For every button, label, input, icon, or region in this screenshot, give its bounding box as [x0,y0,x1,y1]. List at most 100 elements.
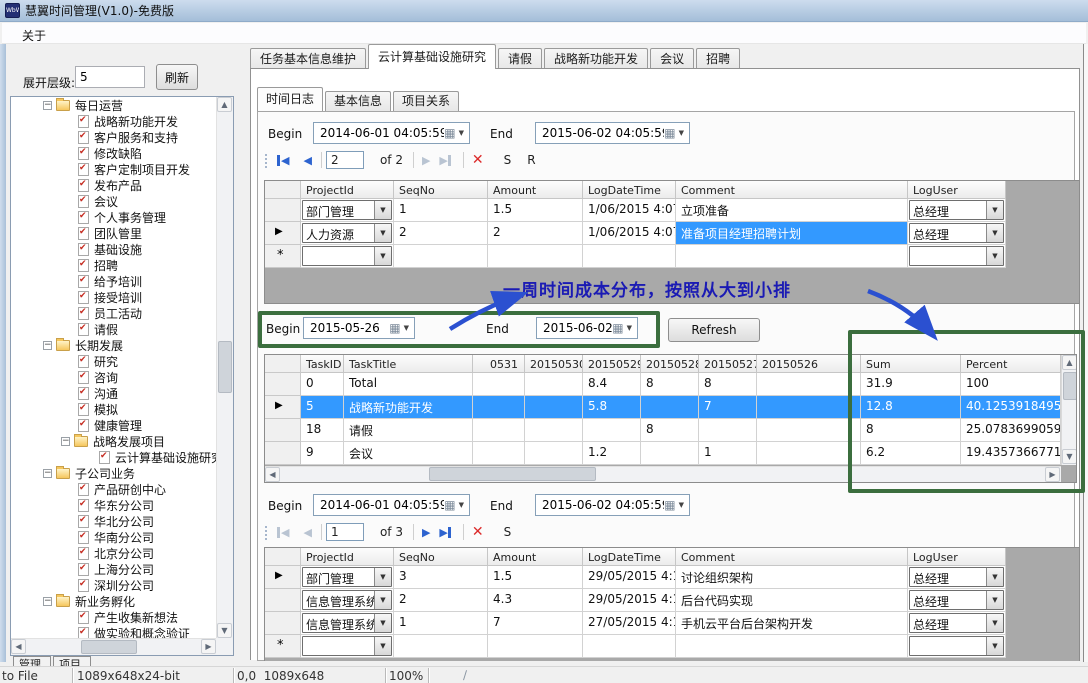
scrollbar-thumb[interactable] [429,467,596,481]
column-header[interactable]: Comment [676,548,908,566]
comment-cell[interactable]: 讨论组织架构 [676,566,908,589]
begin-datetime-picker-top[interactable]: 2014-06-01 04:05:59 ▦ ▼ [313,122,470,144]
project-cell[interactable]: 信息管理系统▼ [301,589,394,612]
grid-cell[interactable] [473,396,525,419]
grid-cell[interactable] [583,419,641,442]
loguser-cell[interactable]: 总经理▼ [908,566,1006,589]
row-header[interactable] [265,181,301,199]
grid-cell[interactable] [525,442,583,465]
grid-cell[interactable] [757,419,861,442]
combo-box[interactable]: ▼ [909,246,1004,266]
loguser-cell[interactable]: 总经理▼ [908,589,1006,612]
grid-cell[interactable]: 2 [488,222,583,245]
title-bar[interactable]: WbW 慧翼时间管理(V1.0)-免费版 [0,0,1088,22]
project-cell[interactable]: 信息管理系统▼ [301,612,394,635]
grid-cell[interactable]: 8.4 [583,373,641,396]
combo-box[interactable]: ▼ [302,246,392,266]
grid-cell[interactable] [488,245,583,268]
grid-cell[interactable]: 1 [394,199,488,222]
column-header[interactable]: Amount [488,548,583,566]
chevron-down-icon[interactable]: ▼ [679,129,684,137]
tree-item[interactable]: 招聘 [11,257,216,273]
grid-cell[interactable]: 战略新功能开发 [344,396,473,419]
grid-cell[interactable]: 3 [394,566,488,589]
column-header[interactable]: Comment [676,181,908,199]
sub-tab[interactable]: 基本信息 [325,91,391,111]
sub-tab[interactable]: 时间日志 [257,87,323,111]
row-header[interactable]: ▶ [265,222,301,245]
dropdown-icon[interactable]: ▼ [986,201,1003,219]
combo-box[interactable]: 部门管理▼ [302,567,392,587]
menu-item-about[interactable]: 关于 [16,25,52,46]
move-last-icon[interactable]: ▶ [439,527,450,538]
scroll-left-icon[interactable]: ◀ [265,467,280,482]
grid-cell[interactable] [676,635,908,658]
tree-item[interactable]: 咨询 [11,369,216,385]
position-textbox[interactable]: 1 [326,523,364,541]
tree-item[interactable]: 北京分公司 [11,545,216,561]
scroll-left-icon[interactable]: ◀ [11,639,26,654]
grid-cell[interactable]: 请假 [344,419,473,442]
tree-collapse-icon[interactable]: − [43,597,52,606]
main-tab[interactable]: 会议 [650,48,694,69]
row-header[interactable] [265,589,301,612]
tree-item[interactable]: 员工活动 [11,305,216,321]
begin-datetime-picker-bottom[interactable]: 2014-06-01 04:05:59 ▦ ▼ [313,494,470,516]
grid-cell[interactable]: 9 [301,442,344,465]
scroll-down-icon[interactable]: ▼ [217,623,232,638]
combo-box[interactable]: 总经理▼ [909,590,1004,610]
loguser-cell[interactable]: ▼ [908,245,1006,268]
project-cell[interactable]: 人力资源▼ [301,222,394,245]
combo-box[interactable]: 部门管理▼ [302,200,392,220]
tree-item[interactable]: 请假 [11,321,216,337]
project-cell[interactable]: 部门管理▼ [301,199,394,222]
grid-cell[interactable]: 7 [699,396,757,419]
comment-cell[interactable]: 后台代码实现 [676,589,908,612]
grid-cell[interactable]: 0 [301,373,344,396]
tree-horizontal-scrollbar[interactable]: ◀ ▶ [11,638,216,655]
new-row-header[interactable]: * [265,245,301,268]
dropdown-icon[interactable]: ▼ [986,224,1003,242]
column-header[interactable]: Amount [488,181,583,199]
tree-item[interactable]: −新业务孵化 [11,593,216,609]
grid-cell[interactable] [394,245,488,268]
tree-collapse-icon[interactable]: − [61,437,70,446]
main-tab[interactable]: 战略新功能开发 [544,48,648,69]
dropdown-icon[interactable]: ▼ [374,614,391,632]
scroll-right-icon[interactable]: ▶ [201,639,216,654]
combo-box[interactable]: ▼ [909,636,1004,656]
tree-item[interactable]: 基础设施 [11,241,216,257]
save-button[interactable]: S [504,153,512,167]
tree-item[interactable]: 产品研创中心 [11,481,216,497]
grid-cell[interactable]: 5 [301,396,344,419]
grid-cell[interactable] [583,245,676,268]
scroll-up-icon[interactable]: ▲ [217,97,232,112]
grid-cell[interactable]: 29/05/2015 4:11... [583,589,676,612]
refresh-tree-button[interactable]: 刷新 [156,64,198,90]
toolstrip-grip-icon[interactable] [264,525,268,540]
project-cell[interactable]: ▼ [301,245,394,268]
grid-cell[interactable]: 1 [394,612,488,635]
tree-item[interactable]: 深圳分公司 [11,577,216,593]
grid-cell[interactable]: 1.5 [488,566,583,589]
main-tab[interactable]: 任务基本信息维护 [250,48,366,69]
tree-item[interactable]: 战略新功能开发 [11,113,216,129]
dropdown-icon[interactable]: ▼ [374,201,391,219]
loguser-cell[interactable]: ▼ [908,635,1006,658]
dropdown-icon[interactable]: ▼ [986,591,1003,609]
grid-cell[interactable] [473,373,525,396]
column-header[interactable]: SeqNo [394,548,488,566]
row-header[interactable] [265,373,301,396]
row-header[interactable] [265,612,301,635]
worklog-grid-bottom[interactable]: ProjectIdSeqNoAmountLogDateTimeCommentLo… [264,547,1080,661]
column-header[interactable]: 20150526 [757,355,861,373]
comment-cell[interactable]: 准备项目经理招聘计划 [676,222,908,245]
toolstrip-grip-icon[interactable] [264,153,268,168]
position-textbox[interactable]: 2 [326,151,364,169]
dropdown-icon[interactable]: ▼ [374,637,391,655]
tree-item[interactable]: 会议 [11,193,216,209]
combo-box[interactable]: 人力资源▼ [302,223,392,243]
tree-item[interactable]: 华南分公司 [11,529,216,545]
end-datetime-picker-bottom[interactable]: 2015-06-02 04:05:59 ▦ ▼ [535,494,690,516]
row-header[interactable] [265,199,301,222]
